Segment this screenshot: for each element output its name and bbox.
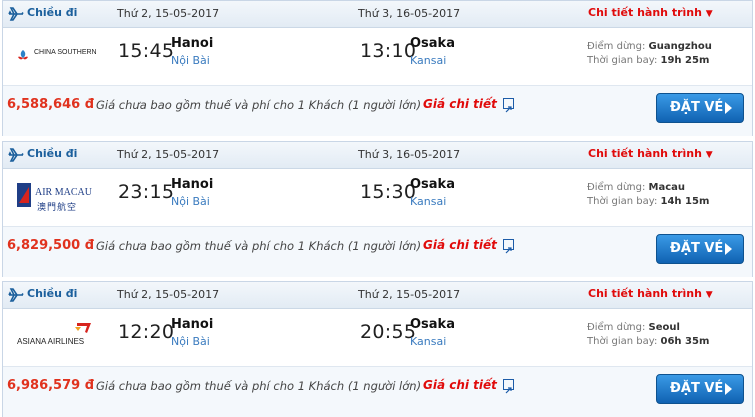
arrival-airport: Kansai	[410, 195, 447, 208]
arrival-time: 20:55	[360, 321, 417, 343]
price-note: Giá chưa bao gồm thuế và phí cho 1 Khách…	[96, 379, 422, 393]
china-southern-logo-icon	[18, 50, 28, 60]
flight-card: Chiều đi Thứ 2, 15-05-2017 Thứ 3, 16-05-…	[2, 0, 753, 136]
price-bar: 6,588,646 đ Giá chưa bao gồm thuế và phí…	[3, 85, 752, 136]
stop-info: Điểm dừng: Seoul	[587, 322, 680, 333]
price-bar: 6,829,500 đ Giá chưa bao gồm thuế và phí…	[3, 226, 752, 277]
arrival-city: Osaka	[410, 177, 455, 192]
departure-time: 23:15	[118, 181, 175, 203]
depart-date: Thứ 2, 15-05-2017	[117, 7, 220, 20]
arrival-city: Osaka	[410, 36, 455, 51]
airplane-icon	[8, 7, 24, 21]
duration-value: 19h 25m	[660, 55, 710, 66]
itinerary-detail-link[interactable]: Chi tiết hành trình ▼	[588, 147, 713, 160]
price: 6,986,579 đ	[7, 378, 95, 393]
flight-header: Chiều đi Thứ 2, 15-05-2017 Thứ 3, 16-05-…	[3, 142, 752, 169]
price-note: Giá chưa bao gồm thuế và phí cho 1 Khách…	[96, 98, 422, 112]
dropdown-arrow-icon: ▼	[705, 290, 713, 300]
flight-header: Chiều đi Thứ 2, 15-05-2017 Thứ 2, 15-05-…	[3, 282, 752, 309]
airline-name: AIR MACAU	[35, 187, 92, 198]
departure-city: Hanoi	[171, 36, 214, 51]
depart-date: Thứ 2, 15-05-2017	[117, 288, 220, 301]
stop-value: Macau	[648, 182, 686, 193]
airplane-icon	[8, 288, 24, 302]
stop-value: Guangzhou	[648, 41, 712, 52]
direction-label: Chiều đi	[27, 6, 78, 19]
stop-value: Seoul	[648, 322, 680, 333]
dropdown-arrow-icon: ▼	[705, 9, 713, 19]
departure-airport: Nội Bài	[171, 54, 210, 67]
airline-logo: AIR MACAU 澳門航空	[15, 179, 97, 215]
duration-value: 06h 35m	[660, 336, 710, 347]
departure-time: 12:20	[118, 321, 175, 343]
price-detail-link[interactable]: Giá chi tiết	[423, 378, 497, 392]
arrive-date: Thứ 3, 16-05-2017	[358, 7, 461, 20]
airplane-icon	[8, 148, 24, 162]
flight-card: Chiều đi Thứ 2, 15-05-2017 Thứ 2, 15-05-…	[2, 281, 753, 417]
flight-card: Chiều đi Thứ 2, 15-05-2017 Thứ 3, 16-05-…	[2, 141, 753, 277]
external-link-icon[interactable]	[503, 379, 514, 394]
arrival-time: 13:10	[360, 40, 417, 62]
external-link-icon[interactable]	[503, 98, 514, 113]
arrival-airport: Kansai	[410, 335, 447, 348]
airline-name: ASIANA AIRLINES	[17, 337, 85, 346]
book-button[interactable]: ĐẶT VÉ	[656, 93, 744, 123]
itinerary-detail-link[interactable]: Chi tiết hành trình ▼	[588, 6, 713, 19]
depart-date: Thứ 2, 15-05-2017	[117, 148, 220, 161]
price-note: Giá chưa bao gồm thuế và phí cho 1 Khách…	[96, 239, 422, 253]
departure-airport: Nội Bài	[171, 195, 210, 208]
external-link-icon[interactable]	[503, 239, 514, 254]
book-button[interactable]: ĐẶT VÉ	[656, 374, 744, 404]
book-button-label: ĐẶT VÉ	[670, 381, 724, 396]
dropdown-arrow-icon: ▼	[705, 150, 713, 160]
flight-header: Chiều đi Thứ 2, 15-05-2017 Thứ 3, 16-05-…	[3, 1, 752, 28]
arrive-date: Thứ 2, 15-05-2017	[358, 288, 461, 301]
price: 6,588,646 đ	[7, 97, 95, 112]
arrow-right-icon	[725, 102, 732, 114]
duration-info: Thời gian bay: 06h 35m	[587, 336, 710, 347]
price-bar: 6,986,579 đ Giá chưa bao gồm thuế và phí…	[3, 366, 752, 417]
book-button-label: ĐẶT VÉ	[670, 100, 724, 115]
departure-airport: Nội Bài	[171, 335, 210, 348]
departure-city: Hanoi	[171, 317, 214, 332]
book-button-label: ĐẶT VÉ	[670, 241, 724, 256]
arrow-right-icon	[725, 383, 732, 395]
stop-info: Điểm dừng: Macau	[587, 182, 686, 193]
price-detail-link[interactable]: Giá chi tiết	[423, 238, 497, 252]
price: 6,829,500 đ	[7, 238, 95, 253]
direction-label: Chiều đi	[27, 147, 78, 160]
arrive-date: Thứ 3, 16-05-2017	[358, 148, 461, 161]
departure-city: Hanoi	[171, 177, 214, 192]
price-detail-link[interactable]: Giá chi tiết	[423, 97, 497, 111]
arrival-airport: Kansai	[410, 54, 447, 67]
arrival-city: Osaka	[410, 317, 455, 332]
book-button[interactable]: ĐẶT VÉ	[656, 234, 744, 264]
airline-name-chinese: 澳門航空	[37, 203, 78, 213]
direction-label: Chiều đi	[27, 287, 78, 300]
departure-time: 15:45	[118, 40, 175, 62]
duration-value: 14h 15m	[660, 196, 710, 207]
duration-info: Thời gian bay: 19h 25m	[587, 55, 710, 66]
airline-logo: CHINA SOUTHERN	[15, 38, 97, 74]
arrival-time: 15:30	[360, 181, 417, 203]
airline-name: CHINA SOUTHERN	[34, 49, 97, 56]
stop-info: Điểm dừng: Guangzhou	[587, 41, 712, 52]
duration-info: Thời gian bay: 14h 15m	[587, 196, 710, 207]
itinerary-detail-link[interactable]: Chi tiết hành trình ▼	[588, 287, 713, 300]
arrow-right-icon	[725, 243, 732, 255]
airline-logo: ASIANA AIRLINES	[15, 319, 97, 355]
